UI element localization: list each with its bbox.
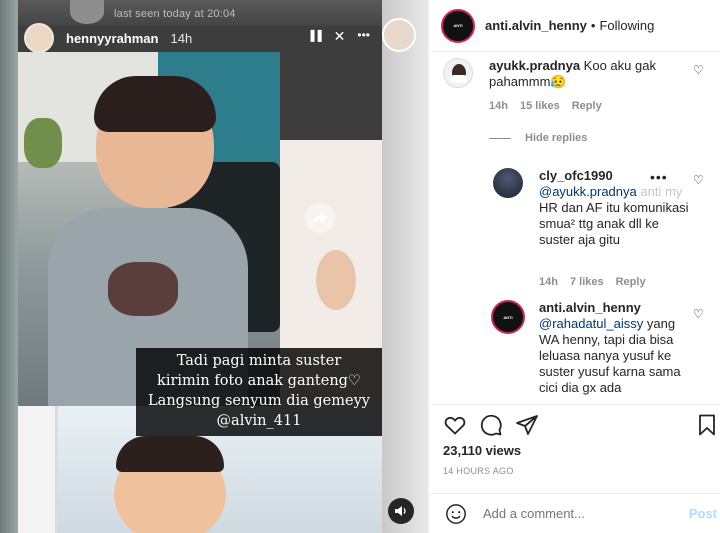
post-author-avatar[interactable]: ANTI — [441, 8, 475, 43]
like-comment-icon[interactable]: ♡ — [693, 63, 704, 77]
ghost-avatar — [70, 0, 104, 24]
reply-item: cly_ofc1990 @ayukk.pradnya anti my HR da… — [493, 168, 713, 248]
comment-body: anti.alvin_henny @rahadatul_aissy yang W… — [539, 300, 689, 396]
story-controls: ❚❚ ✕ ••• — [308, 28, 370, 45]
share-icon[interactable] — [305, 203, 335, 233]
comment-mention[interactable]: @ayukk.pradnya — [539, 184, 637, 199]
mute-icon[interactable]: ✕ — [334, 28, 346, 45]
caption-line: @alvin_411 — [216, 413, 302, 429]
comment-time: 14h — [539, 276, 558, 288]
hide-replies-label: Hide replies — [525, 132, 588, 144]
comment-likes[interactable]: 7 likes — [570, 276, 604, 288]
comment-meta: 14h 7 likes Reply — [539, 276, 646, 288]
ghost-status-text: last seen today at 20:04 — [114, 8, 236, 20]
caption-line: Tadi pagi minta suster — [176, 353, 342, 369]
view-count[interactable]: 23,110 views — [443, 443, 521, 458]
post-comment-button[interactable]: Post — [689, 506, 717, 521]
comments-list: ayukk.pradnya Koo aku gak pahammm😥 ♡ 14h… — [429, 56, 720, 402]
post-actions — [429, 404, 720, 440]
commenter-avatar[interactable] — [493, 168, 523, 198]
comment-body: ayukk.pradnya Koo aku gak pahammm😥 — [489, 58, 689, 90]
comment-meta: 14h 15 likes Reply — [489, 100, 602, 112]
pause-icon[interactable]: ❚❚ — [308, 28, 325, 45]
separator-dot: • — [590, 18, 596, 33]
volume-icon[interactable] — [388, 498, 414, 524]
story-frame: last seen today at 20:04 hennyyrahman 14… — [18, 0, 382, 533]
comment-text: HR dan AF itu komunikasi smua² ttg anak … — [539, 200, 689, 247]
commenter-avatar[interactable] — [443, 58, 473, 88]
more-icon[interactable]: ••• — [650, 169, 668, 185]
next-story-peek[interactable] — [382, 0, 428, 533]
reply-button[interactable]: Reply — [572, 100, 602, 112]
emoji-icon[interactable] — [445, 503, 467, 525]
story-avatar[interactable] — [24, 23, 54, 53]
story-viewer: last seen today at 20:04 hennyyrahman 14… — [0, 0, 428, 533]
next-story-avatar — [382, 18, 416, 52]
comment-likes[interactable]: 15 likes — [520, 100, 560, 112]
post-timestamp: 14 HOURS AGO — [443, 466, 514, 476]
add-comment-bar: Post — [429, 493, 720, 533]
like-comment-icon[interactable]: ♡ — [693, 173, 704, 187]
story-time: 14h — [170, 30, 193, 46]
reply-button[interactable]: Reply — [616, 276, 646, 288]
comment-input[interactable] — [483, 506, 673, 521]
caption-line: kirimin foto anak ganteng♡ — [157, 373, 361, 389]
avatar-logo-text: ANTI — [453, 23, 463, 28]
comment-mention[interactable]: @rahadatul_aissy — [539, 316, 643, 331]
comment-username[interactable]: ayukk.pradnya — [489, 58, 580, 73]
bookmark-icon[interactable] — [695, 413, 719, 437]
comment-faint-text: anti my — [640, 184, 683, 199]
hide-replies-toggle[interactable]: Hide replies — [489, 132, 587, 144]
post-sidebar: ANTI anti.alvin_henny • Following ayukk.… — [428, 0, 720, 533]
send-icon[interactable] — [515, 413, 539, 437]
caption-line: Langsung senyum dia gemeyy — [148, 393, 370, 409]
story-caption: Tadi pagi minta suster kirimin foto anak… — [136, 348, 382, 436]
like-comment-icon[interactable]: ♡ — [693, 307, 704, 321]
commenter-avatar[interactable]: ANTI — [491, 300, 525, 334]
reply-item: ANTI anti.alvin_henny @rahadatul_aissy y… — [491, 300, 711, 396]
comment-item: ayukk.pradnya Koo aku gak pahammm😥 — [443, 58, 703, 90]
story-header: hennyyrahman 14h ❚❚ ✕ ••• — [18, 23, 382, 53]
comment-time: 14h — [489, 100, 508, 112]
comment-icon[interactable] — [479, 413, 503, 437]
like-icon[interactable] — [443, 413, 467, 437]
following-button[interactable]: Following — [599, 18, 654, 33]
more-icon[interactable]: ••• — [357, 28, 370, 45]
story-username[interactable]: hennyyrahman — [66, 31, 158, 46]
post-header: ANTI anti.alvin_henny • Following — [429, 0, 720, 52]
previous-story-peek[interactable] — [0, 0, 18, 533]
comment-username[interactable]: anti.alvin_henny — [539, 300, 689, 316]
story-top-strip: last seen today at 20:04 — [18, 0, 382, 26]
post-author-username[interactable]: anti.alvin_henny — [485, 18, 587, 33]
avatar-logo-text: ANTI — [503, 314, 513, 320]
